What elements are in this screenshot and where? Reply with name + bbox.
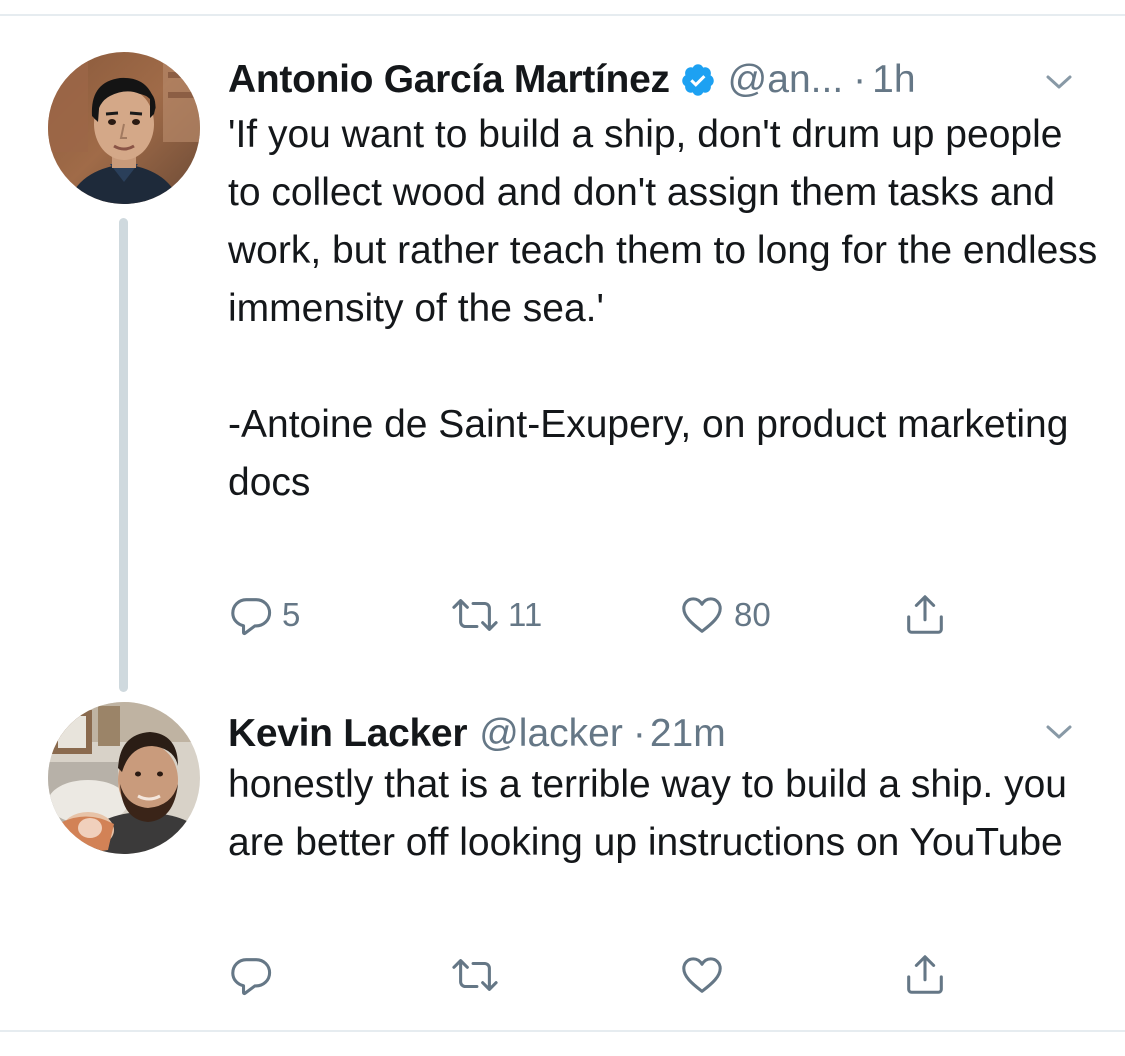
like-button[interactable]: 80 bbox=[678, 590, 771, 640]
top-divider bbox=[0, 14, 1125, 16]
header-separator: · bbox=[853, 58, 867, 101]
reply-icon bbox=[228, 952, 274, 998]
retweet-icon bbox=[450, 952, 500, 998]
like-count: 80 bbox=[734, 596, 771, 633]
retweet-count: 11 bbox=[508, 596, 543, 633]
reply-button[interactable] bbox=[228, 950, 282, 1000]
retweet-button[interactable] bbox=[450, 950, 508, 1000]
share-icon bbox=[902, 952, 948, 998]
heart-icon bbox=[678, 592, 726, 638]
tweet-timestamp[interactable]: 21m bbox=[650, 712, 726, 756]
tweet-text: honestly that is a terrible way to build… bbox=[228, 763, 1078, 864]
share-button[interactable] bbox=[902, 950, 948, 1000]
reply-count: 5 bbox=[282, 596, 301, 633]
author-handle[interactable]: @an... bbox=[728, 58, 843, 102]
tweet-text: 'If you want to build a ship, don't drum… bbox=[228, 113, 1098, 504]
share-icon bbox=[902, 592, 948, 638]
thread-connector-line bbox=[119, 218, 128, 692]
like-button[interactable] bbox=[678, 950, 734, 1000]
retweet-icon bbox=[450, 592, 500, 638]
tweet-timestamp[interactable]: 1h bbox=[872, 58, 915, 102]
heart-icon bbox=[678, 952, 726, 998]
reply-icon bbox=[228, 592, 274, 638]
header-separator: · bbox=[632, 712, 646, 755]
verified-badge-icon bbox=[680, 62, 716, 98]
author-handle[interactable]: @lacker bbox=[479, 712, 623, 756]
retweet-button[interactable]: 11 bbox=[450, 590, 542, 640]
tweet-header: Antonio García Martínez @an... · 1h bbox=[228, 50, 916, 110]
author-name[interactable]: Kevin Lacker bbox=[228, 712, 468, 756]
share-button[interactable] bbox=[902, 590, 948, 640]
chevron-down-icon[interactable] bbox=[1041, 64, 1077, 100]
avatar-antonio[interactable] bbox=[48, 52, 200, 204]
tweet-actions: 5 11 80 bbox=[228, 590, 988, 640]
tweet-actions bbox=[228, 950, 988, 1000]
bottom-divider bbox=[0, 1030, 1125, 1032]
chevron-down-icon[interactable] bbox=[1041, 714, 1077, 750]
tweet-header: Kevin Lacker @lacker · 21m bbox=[228, 704, 726, 764]
author-name[interactable]: Antonio García Martínez bbox=[228, 58, 670, 102]
reply-button[interactable]: 5 bbox=[228, 590, 300, 640]
avatar-kevin[interactable] bbox=[48, 702, 200, 854]
